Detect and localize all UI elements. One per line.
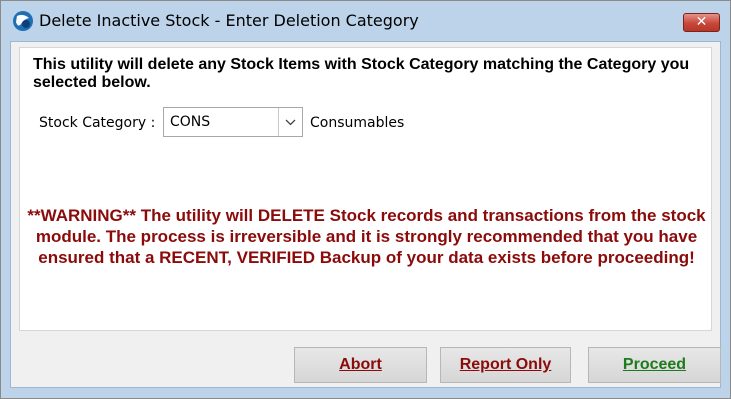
chevron-down-icon (285, 119, 296, 126)
intro-text: This utility will delete any Stock Items… (33, 56, 690, 91)
stock-category-description: Consumables (310, 115, 405, 131)
window-title: Delete Inactive Stock - Enter Deletion C… (39, 11, 419, 30)
stock-category-value: CONS (170, 114, 211, 130)
close-icon: ✕ (695, 14, 708, 30)
dropdown-button[interactable] (278, 108, 302, 136)
close-button[interactable]: ✕ (683, 13, 720, 32)
content-panel: This utility will delete any Stock Items… (19, 47, 712, 331)
proceed-button[interactable]: Proceed (588, 347, 721, 383)
abort-button[interactable]: Abort (294, 347, 427, 383)
app-logo-icon (13, 11, 33, 31)
title-bar[interactable]: Delete Inactive Stock - Enter Deletion C… (1, 1, 730, 41)
dialog-window: Delete Inactive Stock - Enter Deletion C… (0, 0, 731, 399)
stock-category-dropdown[interactable]: CONS (163, 107, 303, 137)
report-only-button[interactable]: Report Only (440, 347, 571, 383)
warning-text: **WARNING** The utility will DELETE Stoc… (27, 206, 706, 267)
stock-category-label: Stock Category : (39, 115, 156, 131)
dialog-body: This utility will delete any Stock Items… (10, 41, 721, 388)
